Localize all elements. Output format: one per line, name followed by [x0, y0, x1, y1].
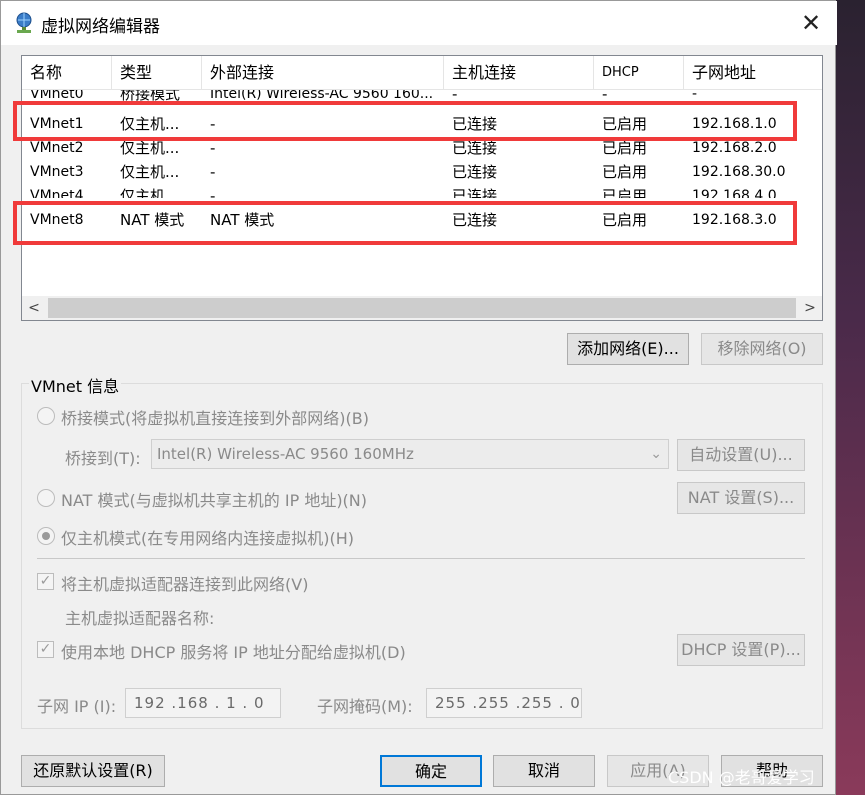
list-header: 名称 类型 外部连接 主机连接 DHCP 子网地址 [22, 56, 822, 90]
column-header-type[interactable]: 类型 [112, 56, 202, 90]
cell-dhcp: 已启用 [602, 139, 648, 157]
virtual-network-editor-dialog: 虚拟网络编辑器 ✕ 名称 类型 外部连接 主机连接 DHCP 子网地址 VMne… [0, 0, 837, 795]
bridge-to-select[interactable]: Intel(R) Wireless-AC 9560 160MHz ⌄ [151, 439, 669, 469]
cell-dhcp: - [602, 90, 608, 103]
cell-external: Intel(R) Wireless-AC 9560 160... [210, 90, 434, 102]
add-network-button[interactable]: 添加网络(E)... [567, 333, 689, 365]
subnet-ip-label: 子网 IP (I): [37, 697, 117, 716]
cell-external: - [210, 139, 216, 157]
cell-type: 桥接模式 [120, 90, 181, 103]
titlebar: 虚拟网络编辑器 ✕ [1, 1, 837, 45]
network-globe-icon [16, 12, 32, 33]
cell-dhcp: 已启用 [602, 115, 648, 133]
cell-dhcp: 已启用 [602, 211, 648, 229]
cell-subnet: 192.168.30.0 [692, 164, 786, 180]
cell-external: - [210, 115, 216, 133]
table-row-vmnet1[interactable]: VMnet1 仅主机... - 已连接 已启用 192.168.1.0 [22, 112, 822, 136]
dhcp-checkbox[interactable]: ✓ [37, 641, 54, 658]
cell-host: 已连接 [452, 139, 498, 157]
cell-subnet: 192.168.4.0 [692, 188, 777, 198]
cell-host: 已连接 [452, 187, 498, 198]
table-row-vmnet8[interactable]: VMnet8 NAT 模式 NAT 模式 已连接 已启用 192.168.3.0 [22, 208, 822, 232]
cell-subnet: 192.168.2.0 [692, 140, 777, 156]
cell-name: VMnet1 [30, 116, 84, 132]
scroll-left-arrow-icon[interactable]: < [22, 296, 46, 320]
dhcp-settings-button[interactable]: DHCP 设置(P)... [677, 634, 805, 666]
column-header-host[interactable]: 主机连接 [444, 56, 594, 90]
cell-type: 仅主机... [120, 115, 180, 133]
remove-network-button[interactable]: 移除网络(O) [701, 333, 823, 365]
cell-dhcp: 已启用 [602, 187, 648, 198]
column-header-name[interactable]: 名称 [22, 56, 112, 90]
cell-name: VMnet0 [30, 90, 84, 102]
bridged-radio[interactable] [37, 407, 55, 425]
bridge-to-value: Intel(R) Wireless-AC 9560 160MHz [157, 445, 414, 463]
column-header-subnet[interactable]: 子网地址 [684, 56, 822, 90]
vmnet-info-title: VMnet 信息 [29, 373, 122, 397]
cell-name: VMnet2 [30, 140, 84, 156]
horizontal-scrollbar[interactable]: < > [22, 296, 822, 320]
dhcp-label: 使用本地 DHCP 服务将 IP 地址分配给虚拟机(D) [61, 643, 406, 662]
subnet-mask-label: 子网掩码(M): [317, 697, 413, 716]
cell-host: 已连接 [452, 211, 498, 229]
connect-adapter-label: 将主机虚拟适配器连接到此网络(V) [61, 575, 309, 594]
cell-subnet: - [692, 90, 698, 102]
nat-label: NAT 模式(与虚拟机共享主机的 IP 地址)(N) [61, 491, 368, 510]
table-row-vmnet2[interactable]: VMnet2 仅主机... - 已连接 已启用 192.168.2.0 [22, 136, 822, 160]
close-button[interactable]: ✕ [791, 5, 831, 41]
hostonly-label: 仅主机模式(在专用网络内连接虚拟机)(H) [61, 529, 355, 548]
cancel-button[interactable]: 取消 [493, 755, 595, 787]
cell-type: 仅主机... [120, 139, 180, 157]
cell-subnet: 192.168.1.0 [692, 116, 777, 132]
bridged-label: 桥接模式(将虚拟机直接连接到外部网络)(B) [61, 409, 369, 428]
cell-type: NAT 模式 [120, 211, 185, 229]
table-row-vmnet4[interactable]: VMnet4 仅主机... - 已连接 已启用 192.168.4.0 [22, 184, 822, 198]
bridge-to-label: 桥接到(T): [65, 449, 141, 468]
cell-external: - [210, 187, 216, 198]
ok-button[interactable]: 确定 [380, 755, 482, 787]
cell-host: 已连接 [452, 163, 498, 181]
table-row-vmnet0[interactable]: VMnet0 桥接模式 Intel(R) Wireless-AC 9560 16… [22, 90, 822, 104]
cell-host: 已连接 [452, 115, 498, 133]
cell-host: - [452, 90, 458, 103]
cell-name: VMnet3 [30, 164, 84, 180]
subnet-ip-input[interactable]: 192 .168 . 1 . 0 [125, 688, 281, 718]
list-rows: VMnet0 桥接模式 Intel(R) Wireless-AC 9560 16… [22, 90, 822, 296]
separator [37, 558, 805, 559]
auto-settings-button[interactable]: 自动设置(U)... [677, 439, 805, 471]
chevron-down-icon: ⌄ [650, 446, 662, 462]
hostonly-radio[interactable] [37, 527, 55, 545]
cell-external: NAT 模式 [210, 211, 275, 229]
table-row-vmnet3[interactable]: VMnet3 仅主机... - 已连接 已启用 192.168.30.0 [22, 160, 822, 184]
scrollbar-thumb[interactable] [48, 298, 796, 318]
cell-dhcp: 已启用 [602, 163, 648, 181]
column-header-external[interactable]: 外部连接 [202, 56, 444, 90]
cell-subnet: 192.168.3.0 [692, 212, 777, 228]
nat-settings-button[interactable]: NAT 设置(S)... [677, 482, 805, 514]
cell-type: 仅主机... [120, 163, 180, 181]
desktop-background [836, 0, 865, 795]
subnet-mask-input[interactable]: 255 .255 .255 . 0 [426, 688, 582, 718]
cell-external: - [210, 163, 216, 181]
scroll-right-arrow-icon[interactable]: > [798, 296, 822, 320]
vmnet-info-group [21, 383, 823, 729]
restore-defaults-button[interactable]: 还原默认设置(R) [21, 755, 165, 787]
watermark: CSDN @老哥爱学习 [668, 768, 815, 787]
cell-type: 仅主机... [120, 187, 180, 198]
connect-adapter-checkbox[interactable]: ✓ [37, 573, 54, 590]
window-title: 虚拟网络编辑器 [41, 17, 160, 37]
cell-name: VMnet8 [30, 212, 84, 228]
nat-radio[interactable] [37, 489, 55, 507]
adapter-name-label: 主机虚拟适配器名称: [65, 609, 215, 628]
column-header-dhcp[interactable]: DHCP [594, 56, 684, 90]
cell-name: VMnet4 [30, 188, 84, 198]
network-list[interactable]: 名称 类型 外部连接 主机连接 DHCP 子网地址 VMnet0 桥接模式 In… [21, 55, 823, 321]
